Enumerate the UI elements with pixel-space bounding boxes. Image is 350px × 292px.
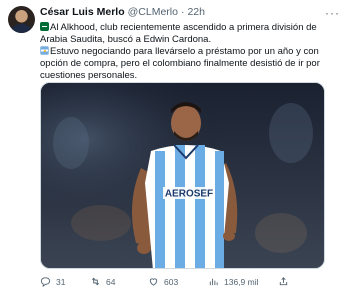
share-icon	[279, 277, 288, 286]
tweet-text: Al Alkhood, club recientemente ascendido…	[40, 22, 325, 82]
saudi-flag-icon	[40, 22, 49, 31]
retweet-button[interactable]: 64	[90, 276, 142, 287]
like-count: 603	[164, 276, 179, 287]
views-icon	[209, 278, 218, 286]
reply-button[interactable]: 31	[40, 276, 90, 287]
tweet[interactable]: ··· César Luis Merlo @CLMerlo · 22h Al A…	[0, 0, 350, 292]
tweet-line-1: Al Alkhood, club recientemente ascendido…	[40, 22, 325, 46]
tweet-media-photo[interactable]: AEROSEF	[40, 82, 325, 269]
retweet-count: 64	[106, 276, 116, 287]
tweet-header: César Luis Merlo @CLMerlo · 22h	[40, 6, 325, 18]
more-icon[interactable]: ···	[325, 6, 340, 20]
photo-of-player: AEROSEF	[41, 83, 324, 268]
separator: ·	[180, 6, 185, 18]
jersey-sponsor-text: AEROSEF	[165, 189, 213, 200]
share-button[interactable]	[278, 276, 294, 287]
reply-icon	[40, 277, 51, 287]
tweet-line-2: Estuvo negociando para llevárselo a prés…	[40, 46, 325, 82]
argentina-flag-icon	[40, 46, 49, 55]
views-button[interactable]: 136,9 mil	[208, 276, 270, 287]
like-button[interactable]: 603	[148, 276, 202, 287]
retweet-icon	[91, 277, 100, 286]
views-count: 136,9 mil	[224, 276, 259, 287]
avatar[interactable]	[8, 6, 35, 33]
tweet-content: César Luis Merlo @CLMerlo · 22h Al Alkho…	[40, 6, 325, 82]
reply-count: 31	[56, 276, 66, 287]
author-handle[interactable]: @CLMerlo	[128, 6, 178, 18]
author-name[interactable]: César Luis Merlo	[40, 6, 125, 18]
tweet-time[interactable]: 22h	[187, 6, 205, 18]
tweet-line-1-text: Al Alkhood, club recientemente ascendido…	[40, 22, 317, 45]
tweet-line-2-text: Estuvo negociando para llevárselo a prés…	[40, 46, 320, 81]
tweet-actions: 31 64 603 136,9 mil	[40, 276, 335, 287]
heart-icon	[149, 278, 158, 286]
